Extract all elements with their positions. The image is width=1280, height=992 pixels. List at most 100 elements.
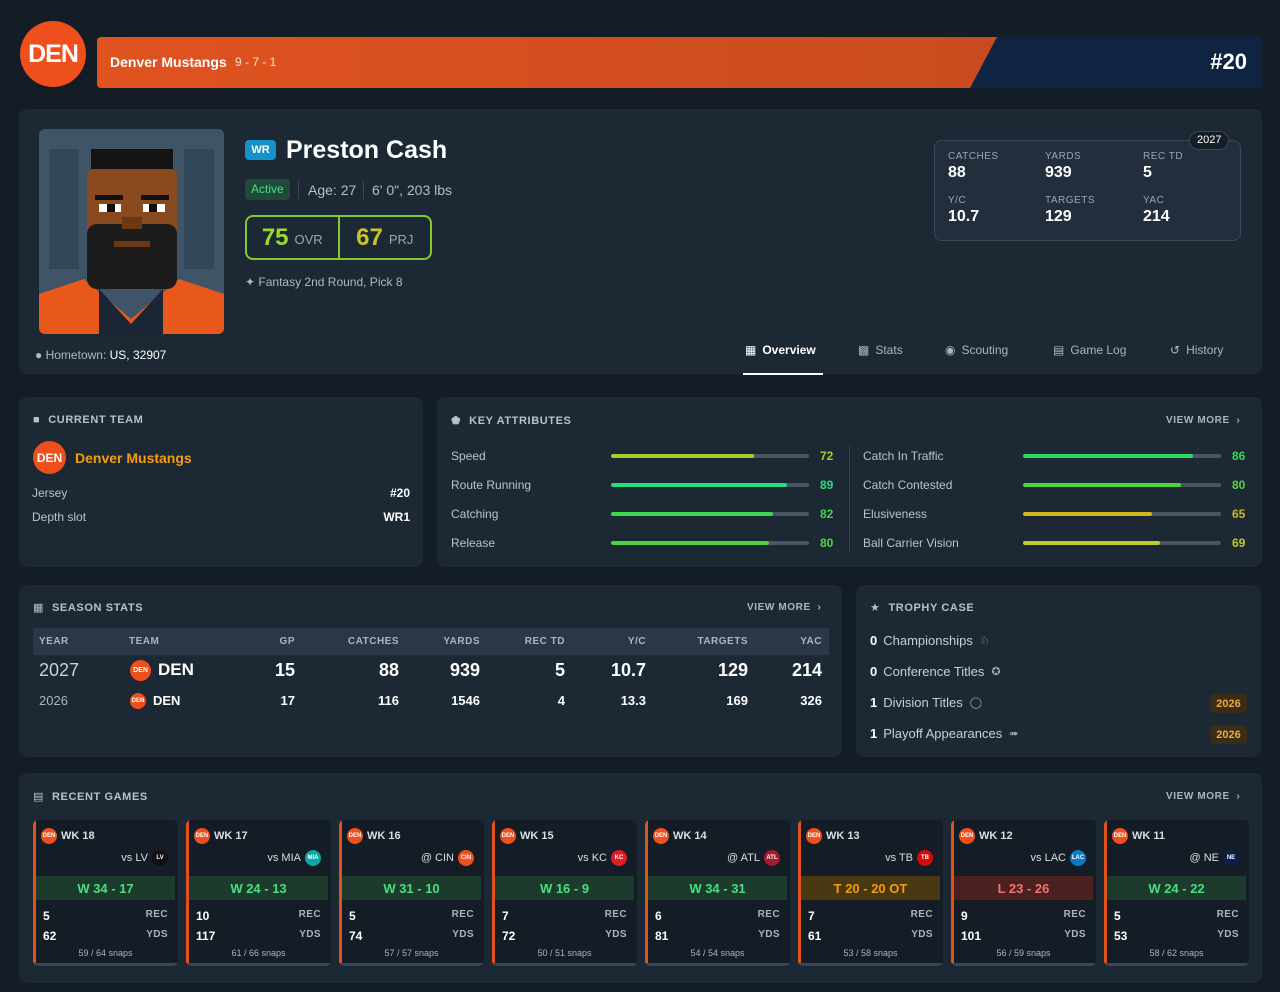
game-result: W 24 - 22 <box>1107 876 1246 900</box>
recent-games-title: RECENT GAMES <box>52 790 148 803</box>
game-card[interactable]: DEN WK 18 vs LV LV W 34 - 17 5 REC 62 YDS 59 / 64… <box>33 820 178 966</box>
season-cell-gp: 17 <box>280 693 295 708</box>
trophy-count: 0 <box>870 664 878 679</box>
game-week: DEN WK 16 <box>347 828 401 844</box>
team-logo-small: DEN <box>41 828 57 844</box>
yds-label: YDS <box>605 929 627 940</box>
game-card[interactable]: DEN WK 12 vs LAC LAC L 23 - 26 9 REC 101 YDS 56 /… <box>951 820 1096 966</box>
season-team[interactable]: DEN <box>158 660 194 680</box>
game-card[interactable]: DEN WK 17 vs MIA MIA W 24 - 13 10 REC 117 YDS 61 … <box>186 820 331 966</box>
yds-value: 72 <box>502 929 516 943</box>
game-card[interactable]: DEN WK 15 vs KC KC W 16 - 9 7 REC 72 YDS 50 / 51 … <box>492 820 637 966</box>
snap-count: 56 / 59 snaps <box>996 948 1051 958</box>
rec-row: 5 REC <box>1114 909 1239 923</box>
season-column-header[interactable]: TARGETS <box>697 636 748 647</box>
trophy-case-header: ★ TROPHY CASE <box>870 601 974 615</box>
rec-row: 5 REC <box>349 909 474 923</box>
trophy-year-badge[interactable]: 2026 <box>1210 725 1247 744</box>
attribute-label: Catching <box>451 507 499 521</box>
season-column-header[interactable]: YARDS <box>443 636 480 647</box>
trophy-count: 1 <box>870 726 878 741</box>
attribute-bar-fill <box>1023 483 1182 487</box>
yds-value: 117 <box>196 929 216 943</box>
yds-label: YDS <box>452 929 474 940</box>
yds-label: YDS <box>1217 929 1239 940</box>
rating-box: 75 OVR 67 PRJ <box>245 215 432 260</box>
game-card[interactable]: DEN WK 11 @ NE NE W 24 - 22 5 REC 53 YDS 58 / 62 … <box>1104 820 1249 966</box>
opponent-logo: MIA <box>305 850 321 866</box>
opponent: vs LV LV <box>121 850 168 866</box>
season-column-header[interactable]: TEAM <box>129 636 159 647</box>
attribute-label: Release <box>451 536 496 550</box>
divider <box>849 445 850 553</box>
week-label: WK 14 <box>673 830 707 842</box>
calendar-icon: ▤ <box>1053 343 1065 357</box>
attributes-view-more[interactable]: VIEW MORE › <box>1166 415 1240 426</box>
week-label: WK 18 <box>61 830 95 842</box>
team-logo-small: DEN <box>653 828 669 844</box>
jersey-value: #20 <box>389 486 410 500</box>
player-portrait <box>39 129 224 334</box>
recent-view-more[interactable]: VIEW MORE › <box>1166 791 1240 802</box>
depth-label: Depth slot <box>32 510 87 524</box>
season-stats-header: ▦ SEASON STATS <box>33 601 144 615</box>
snap-count: 54 / 54 snaps <box>690 948 745 958</box>
opponent-logo: KC <box>611 850 627 866</box>
tab-stats[interactable]: ▩ Stats <box>858 343 903 357</box>
attribute-label: Catch In Traffic <box>863 449 944 463</box>
game-result: W 16 - 9 <box>495 876 634 900</box>
prj-rating: 67 PRJ <box>337 217 431 258</box>
game-card[interactable]: DEN WK 13 vs TB TB T 20 - 20 OT 7 REC 61 YDS 53 /… <box>798 820 943 966</box>
yds-label: YDS <box>1064 929 1086 940</box>
attribute-value: 86 <box>1232 449 1246 463</box>
opponent: @ CIN CIN <box>421 850 474 866</box>
season-column-header[interactable]: YAC <box>800 636 822 647</box>
season-column-header[interactable]: GP <box>280 636 295 647</box>
season-column-header[interactable]: CATCHES <box>348 636 399 647</box>
yds-row: 62 YDS <box>43 929 168 943</box>
trophy-year-badge[interactable]: 2026 <box>1210 694 1247 713</box>
season-view-more[interactable]: VIEW MORE › <box>747 602 821 613</box>
snap-count: 58 / 62 snaps <box>1149 948 1204 958</box>
team-banner[interactable]: Denver Mustangs 9 - 7 - 1 #20 <box>97 37 1262 88</box>
divider <box>363 181 364 199</box>
banner-team-record: 9 - 7 - 1 <box>235 55 277 69</box>
season-team[interactable]: DEN <box>153 693 180 708</box>
yds-value: 62 <box>43 929 57 943</box>
yds-label: YDS <box>758 929 780 940</box>
tab-label: Scouting <box>961 343 1009 357</box>
current-team-name[interactable]: Denver Mustangs <box>75 450 192 466</box>
attribute-value: 89 <box>820 478 834 492</box>
snap-count: 53 / 58 snaps <box>843 948 898 958</box>
game-week: DEN WK 11 <box>1112 828 1165 844</box>
tab-overview[interactable]: ▦ Overview <box>745 343 816 357</box>
opponent: vs MIA MIA <box>267 850 321 866</box>
season-table-row[interactable] <box>33 656 829 684</box>
season-column-header[interactable]: Y/C <box>628 636 646 647</box>
trophy-row: 0 Conference Titles ✪ <box>870 664 1001 679</box>
season-stats-title: SEASON STATS <box>52 601 144 614</box>
tab-label: Overview <box>762 343 816 357</box>
tab-scouting[interactable]: ◉ Scouting <box>945 343 1008 357</box>
rec-label: REC <box>910 909 933 920</box>
tab-history[interactable]: ↺ History <box>1170 343 1223 357</box>
rec-value: 5 <box>349 909 356 923</box>
bar-chart-icon: ▩ <box>858 343 870 357</box>
stat-box-value: 5 <box>1143 164 1152 181</box>
game-week: DEN WK 12 <box>959 828 1013 844</box>
game-week: DEN WK 17 <box>194 828 248 844</box>
tab-label: Stats <box>875 343 903 357</box>
yds-row: 74 YDS <box>349 929 474 943</box>
attribute-bar-fill <box>611 512 774 516</box>
week-label: WK 13 <box>826 830 860 842</box>
game-card[interactable]: DEN WK 16 @ CIN CIN W 31 - 10 5 REC 74 YDS 57 / 5… <box>339 820 484 966</box>
season-column-header[interactable]: REC TD <box>525 636 565 647</box>
yds-value: 101 <box>961 929 982 943</box>
game-card[interactable]: DEN WK 14 @ ATL ATL W 34 - 31 6 REC 81 YDS 54 / 5… <box>645 820 790 966</box>
rec-label: REC <box>1063 909 1086 920</box>
season-cell-yac: 214 <box>791 660 822 680</box>
season-column-header[interactable]: YEAR <box>39 636 69 647</box>
tab-game-log[interactable]: ▤ Game Log <box>1053 343 1126 357</box>
yds-label: YDS <box>299 929 321 940</box>
trophy-label: Playoff Appearances <box>883 726 1003 741</box>
